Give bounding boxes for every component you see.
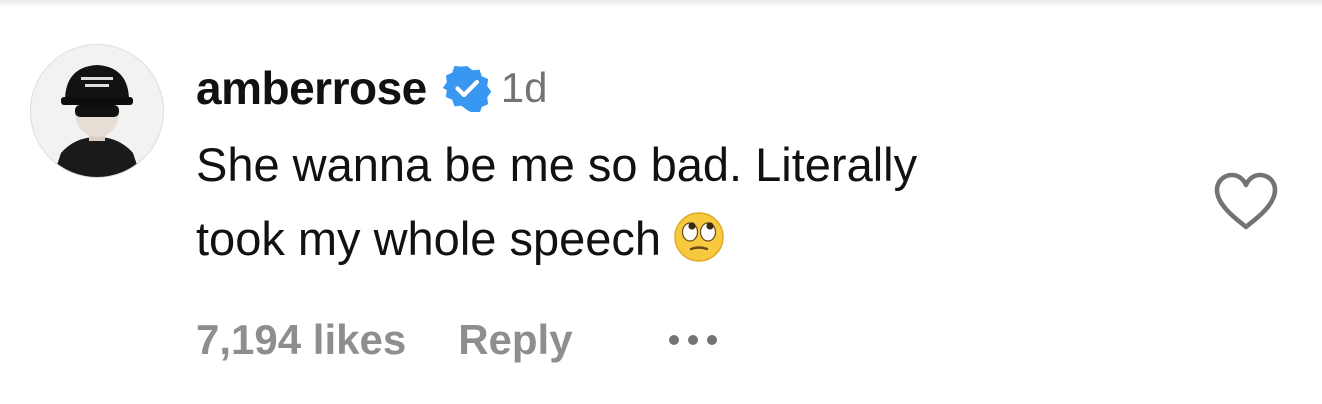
- likes-count[interactable]: 7,194 likes: [196, 316, 406, 364]
- comment-text-line-2: took my whole speech: [196, 212, 662, 265]
- comment-item: amberrose 1d She wanna be me so bad. Lit…: [0, 0, 1322, 404]
- reply-button[interactable]: Reply: [458, 316, 572, 364]
- heart-outline-icon: [1214, 172, 1278, 230]
- comment-text: She wanna be me so bad. Literally took m…: [196, 128, 1176, 276]
- more-options-button[interactable]: [668, 312, 717, 368]
- comment-header: amberrose 1d: [196, 58, 547, 118]
- user-avatar-icon: [31, 45, 163, 177]
- timestamp: 1d: [500, 64, 548, 111]
- more-options-icon: [668, 335, 679, 345]
- like-button[interactable]: [1212, 170, 1280, 232]
- rolling-eyes-emoji-icon: [673, 211, 725, 263]
- comment-text-line-1: She wanna be me so bad. Literally: [196, 138, 918, 191]
- username[interactable]: amberrose: [196, 61, 427, 115]
- avatar[interactable]: [30, 44, 164, 178]
- verified-badge-icon: [442, 64, 491, 112]
- comment-actions: 7,194 likes Reply: [196, 312, 717, 368]
